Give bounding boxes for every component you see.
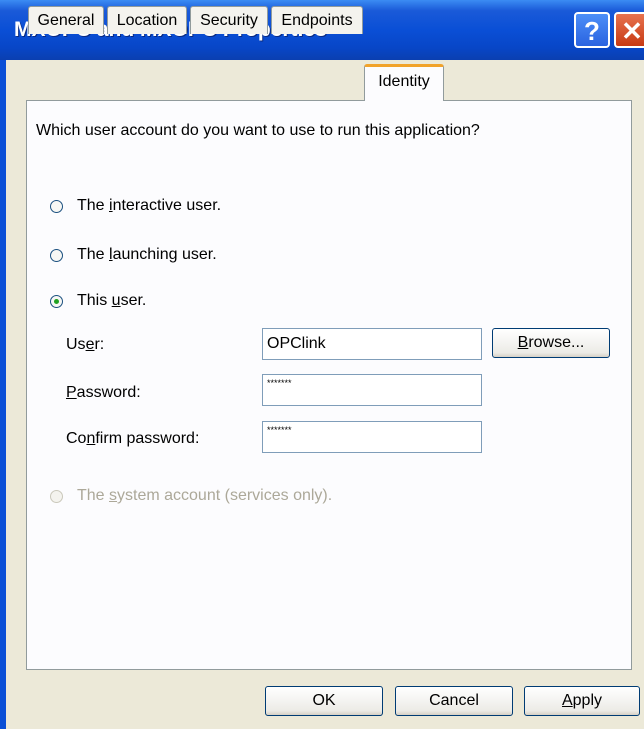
window-frame: [0, 60, 6, 729]
radio-system-account: [50, 489, 63, 503]
radio-this-user[interactable]: [50, 294, 63, 308]
ok-button[interactable]: OK: [265, 686, 383, 716]
option-this-user[interactable]: This user.: [50, 292, 146, 310]
option-label: The interactive user.: [77, 197, 222, 214]
tab-endpoints[interactable]: Endpoints: [271, 6, 363, 34]
password-input[interactable]: *******: [262, 374, 482, 406]
properties-dialog: MXOPC and MXOPC Properties ? ✕ General L…: [0, 0, 644, 729]
apply-button[interactable]: Apply: [524, 686, 640, 716]
option-launching-user[interactable]: The launching user.: [50, 246, 217, 264]
cancel-button[interactable]: Cancel: [395, 686, 513, 716]
tab-general[interactable]: General: [28, 6, 104, 34]
tab-identity[interactable]: Identity: [364, 64, 444, 101]
confirm-password-label: Confirm password:: [66, 430, 200, 447]
help-icon[interactable]: ?: [574, 12, 610, 48]
confirm-password-input[interactable]: *******: [262, 421, 482, 453]
radio-interactive-user[interactable]: [50, 199, 63, 213]
option-label: The system account (services only).: [77, 487, 333, 504]
option-label: This user.: [77, 292, 147, 309]
tab-location[interactable]: Location: [107, 6, 187, 34]
option-system-account: The system account (services only).: [50, 487, 332, 505]
option-label: The launching user.: [77, 246, 217, 263]
option-interactive-user[interactable]: The interactive user.: [50, 197, 221, 215]
user-input[interactable]: [262, 328, 482, 360]
password-label: Password:: [66, 384, 141, 401]
account-question: Which user account do you want to use to…: [36, 122, 480, 139]
tab-security[interactable]: Security: [190, 6, 268, 34]
browse-button[interactable]: Browse...: [492, 328, 610, 358]
radio-launching-user[interactable]: [50, 248, 63, 262]
close-icon[interactable]: ✕: [614, 12, 644, 48]
user-label: User:: [66, 336, 105, 353]
